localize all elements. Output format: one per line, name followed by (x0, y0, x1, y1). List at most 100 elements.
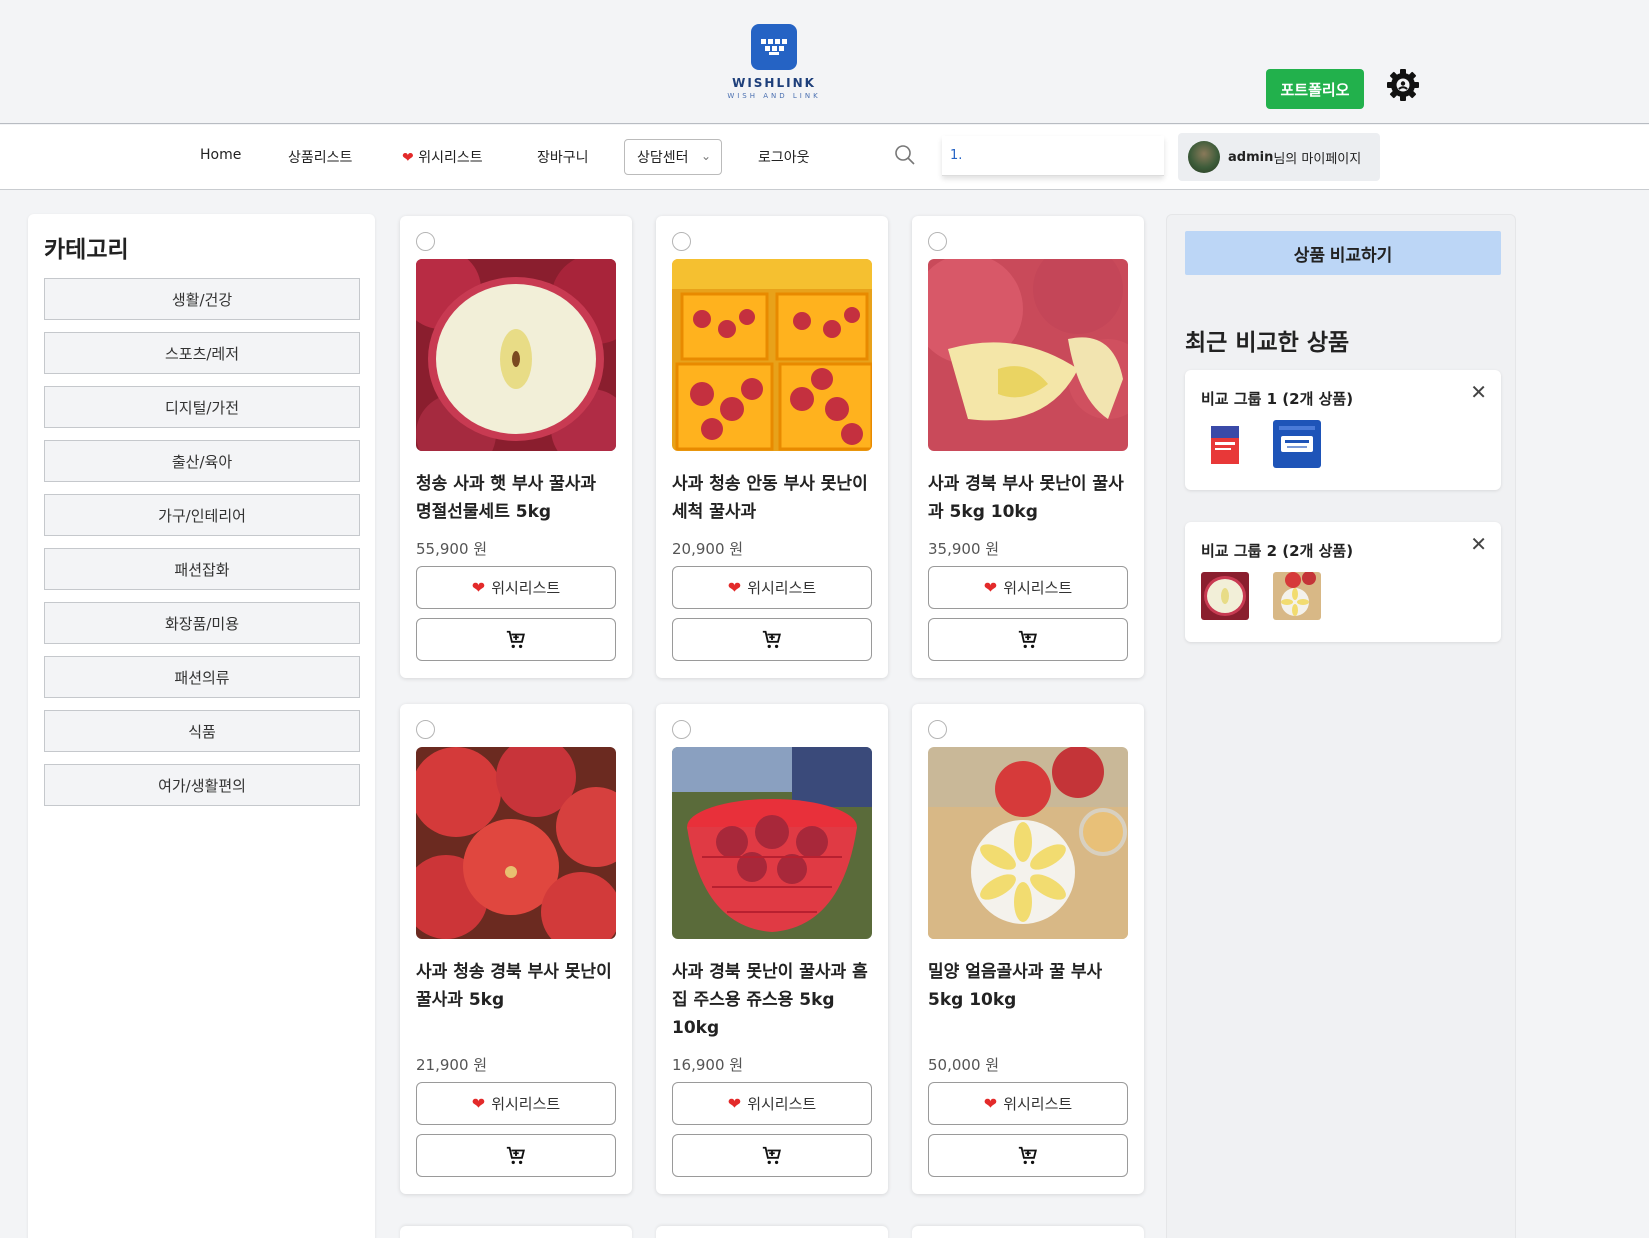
product-image[interactable] (416, 747, 616, 939)
product-card[interactable]: 사과 청송 안동 부사 못난이 세척 꿀사과 20,900 원 ❤ 위시리스트 (656, 216, 888, 678)
cart-icon (506, 630, 525, 648)
category-item[interactable]: 패션의류 (44, 656, 360, 698)
add-to-cart-button[interactable] (928, 618, 1128, 661)
product-name[interactable]: 밀양 얼음골사과 꿀 부사 5kg 10kg (928, 958, 1128, 1014)
compare-group[interactable]: 비교 그룹 1 (2개 상품) ✕ (1185, 370, 1501, 490)
wishlist-button[interactable]: ❤ 위시리스트 (928, 1082, 1128, 1125)
compare-thumbnail[interactable] (1201, 572, 1249, 620)
wishlist-button-label: 위시리스트 (747, 579, 817, 597)
compare-checkbox[interactable] (672, 232, 691, 251)
cart-icon (506, 1146, 525, 1164)
add-to-cart-button[interactable] (672, 1134, 872, 1177)
nav-wishlist-label: 위시리스트 (418, 150, 483, 166)
category-item[interactable]: 화장품/미용 (44, 602, 360, 644)
compare-checkbox[interactable] (928, 232, 947, 251)
mypage-suffix: 님의 마이페이지 (1273, 151, 1362, 167)
close-icon[interactable]: ✕ (1470, 380, 1487, 404)
nav-wishlist[interactable]: ❤ 위시리스트 (402, 147, 483, 167)
wishlist-button-label: 위시리스트 (747, 1095, 817, 1113)
product-price: 20,900 원 (672, 540, 744, 558)
cart-icon (762, 630, 781, 648)
search-input[interactable] (942, 136, 1164, 176)
support-dropdown-label: 상담센터 (637, 150, 689, 166)
heart-icon: ❤ (983, 578, 998, 597)
category-item[interactable]: 패션잡화 (44, 548, 360, 590)
main-nav: Home 상품리스트 ❤ 위시리스트 장바구니 상담센터 ⌄ 로그아웃 admi… (0, 125, 1649, 190)
wishlist-button[interactable]: ❤ 위시리스트 (672, 566, 872, 609)
category-item[interactable]: 스포츠/레저 (44, 332, 360, 374)
add-to-cart-button[interactable] (416, 1134, 616, 1177)
close-icon[interactable]: ✕ (1470, 532, 1487, 556)
product-price: 35,900 원 (928, 540, 1000, 558)
nav-home[interactable]: Home (200, 147, 241, 163)
nav-logout[interactable]: 로그아웃 (758, 147, 810, 167)
wishlink-logo-icon (751, 24, 797, 70)
product-image[interactable] (928, 259, 1128, 451)
product-name[interactable]: 사과 경북 못난이 꿀사과 흠집 주스용 쥬스용 5kg 10kg (672, 958, 872, 1042)
logo[interactable]: WISHLINK WISH AND LINK (724, 24, 824, 100)
add-to-cart-button[interactable] (928, 1134, 1128, 1177)
heart-icon: ❤ (402, 150, 414, 166)
chevron-down-icon: ⌄ (700, 149, 711, 163)
wishlist-button[interactable]: ❤ 위시리스트 (672, 1082, 872, 1125)
compare-group-title: 비교 그룹 1 (2개 상품) (1201, 390, 1354, 408)
search-icon[interactable] (893, 143, 917, 167)
compare-group[interactable]: 비교 그룹 2 (2개 상품) ✕ (1185, 522, 1501, 642)
product-card[interactable]: 밀양 얼음골사과 꿀 부사 5kg 10kg 50,000 원 ❤ 위시리스트 (912, 704, 1144, 1194)
compare-thumbnail[interactable] (1273, 572, 1321, 620)
product-price: 16,900 원 (672, 1056, 744, 1074)
brand-tagline: WISH AND LINK (727, 92, 821, 100)
wishlist-button[interactable]: ❤ 위시리스트 (416, 566, 616, 609)
category-item[interactable]: 출산/육아 (44, 440, 360, 482)
product-image[interactable] (672, 259, 872, 451)
category-item[interactable]: 디지털/가전 (44, 386, 360, 428)
nav-cart[interactable]: 장바구니 (537, 147, 589, 167)
add-to-cart-button[interactable] (672, 618, 872, 661)
product-image[interactable] (928, 747, 1128, 939)
heart-icon: ❤ (983, 1094, 998, 1113)
wishlist-button[interactable]: ❤ 위시리스트 (416, 1082, 616, 1125)
product-name[interactable]: 사과 경북 부사 못난이 꿀사과 5kg 10kg (928, 470, 1128, 526)
product-name[interactable]: 사과 청송 안동 부사 못난이 세척 꿀사과 (672, 470, 872, 526)
heart-icon: ❤ (727, 1094, 742, 1113)
avatar (1188, 141, 1220, 173)
product-card[interactable]: 청송 사과 햇 부사 꿀사과 명절선물세트 5kg 55,900 원 ❤ 위시리스… (400, 216, 632, 678)
compare-thumbnail[interactable] (1201, 420, 1249, 468)
compare-checkbox[interactable] (672, 720, 691, 739)
product-name[interactable]: 사과 청송 경북 부사 못난이 꿀사과 5kg (416, 958, 616, 1014)
compare-checkbox[interactable] (928, 720, 947, 739)
compare-group-title: 비교 그룹 2 (2개 상품) (1201, 542, 1354, 560)
compare-checkbox[interactable] (416, 720, 435, 739)
compare-thumbnail[interactable] (1273, 420, 1321, 468)
mypage-button[interactable]: admin 님의 마이페이지 (1178, 133, 1380, 181)
wishlist-button-label: 위시리스트 (1003, 579, 1073, 597)
add-to-cart-button[interactable] (416, 618, 616, 661)
product-card-partial (912, 1226, 1144, 1238)
product-card[interactable]: 사과 경북 못난이 꿀사과 흠집 주스용 쥬스용 5kg 10kg 16,900… (656, 704, 888, 1194)
product-card-partial (400, 1226, 632, 1238)
compare-panel: 상품 비교하기 최근 비교한 상품 비교 그룹 1 (2개 상품) ✕ 비교 그… (1166, 214, 1516, 1238)
gear-icon[interactable] (1386, 68, 1420, 102)
compare-checkbox[interactable] (416, 232, 435, 251)
wishlist-button[interactable]: ❤ 위시리스트 (928, 566, 1128, 609)
product-price: 55,900 원 (416, 540, 488, 558)
sidebar-title: 카테고리 (44, 237, 129, 263)
product-name[interactable]: 청송 사과 햇 부사 꿀사과 명절선물세트 5kg (416, 470, 616, 526)
category-item[interactable]: 여가/생활편의 (44, 764, 360, 806)
cart-icon (1018, 630, 1037, 648)
portfolio-button[interactable]: 포트폴리오 (1266, 69, 1364, 109)
product-card[interactable]: 사과 청송 경북 부사 못난이 꿀사과 5kg 21,900 원 ❤ 위시리스트 (400, 704, 632, 1194)
product-image[interactable] (416, 259, 616, 451)
nav-products[interactable]: 상품리스트 (288, 147, 352, 167)
category-item[interactable]: 생활/건강 (44, 278, 360, 320)
wishlist-button-label: 위시리스트 (491, 579, 561, 597)
product-image[interactable] (672, 747, 872, 939)
category-item[interactable]: 가구/인테리어 (44, 494, 360, 536)
category-item[interactable]: 식품 (44, 710, 360, 752)
wishlist-button-label: 위시리스트 (1003, 1095, 1073, 1113)
compare-products-button[interactable]: 상품 비교하기 (1185, 231, 1501, 275)
brand-name: WISHLINK (732, 76, 816, 90)
support-dropdown[interactable]: 상담센터 ⌄ (624, 139, 722, 175)
product-card-partial (656, 1226, 888, 1238)
product-card[interactable]: 사과 경북 부사 못난이 꿀사과 5kg 10kg 35,900 원 ❤ 위시리스… (912, 216, 1144, 678)
